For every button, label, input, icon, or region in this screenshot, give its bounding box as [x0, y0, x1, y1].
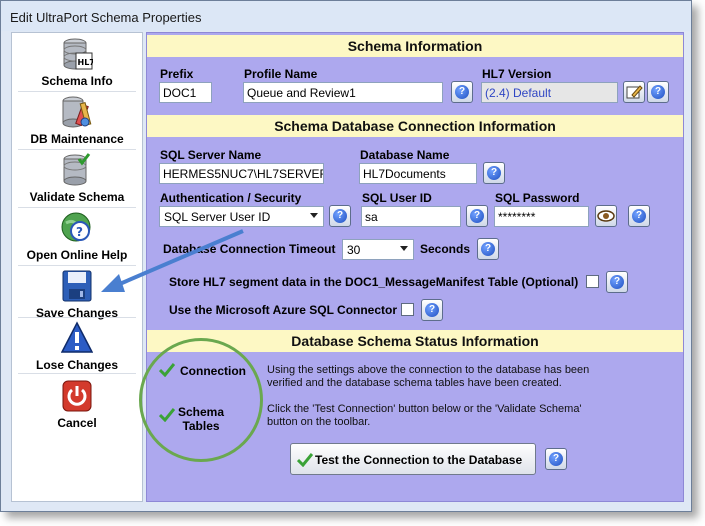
sql-password-field[interactable]: ********: [494, 206, 589, 227]
sql-server-name-field[interactable]: HERMES5NUC7\HL7SERVER: [159, 163, 324, 184]
azure-help-button[interactable]: ?: [421, 299, 443, 321]
database-name-field[interactable]: HL7Documents: [359, 163, 477, 184]
profile-help-button[interactable]: ?: [451, 81, 473, 103]
authentication-value: SQL Server User ID: [164, 210, 271, 224]
help-icon: ?: [487, 166, 501, 180]
cancel-label: Cancel: [57, 416, 97, 430]
eye-icon: [597, 210, 615, 222]
status-hint-line1: Click the 'Test Connection' button below…: [267, 403, 582, 415]
help-icon: ?: [610, 275, 624, 289]
callout-arrow: [101, 229, 244, 292]
svg-text:HL7: HL7: [78, 58, 94, 67]
store-segment-checkbox[interactable]: [586, 275, 599, 288]
azure-connector-checkbox[interactable]: [401, 303, 414, 316]
toolbar-divider: [18, 207, 136, 208]
db-maintenance-label: DB Maintenance: [30, 132, 124, 146]
timeout-value: 30: [347, 243, 361, 257]
lose-changes-label: Lose Changes: [35, 358, 119, 372]
schema-info-label: Schema Info: [41, 74, 113, 88]
help-icon: ?: [651, 85, 665, 99]
edit-hl7-version-button[interactable]: [623, 81, 645, 103]
chevron-down-icon: [310, 213, 318, 218]
database-name-label: Database Name: [360, 148, 450, 162]
toolbar-divider: [18, 373, 136, 374]
schema-info-button[interactable]: HL7 Schema Info: [12, 37, 142, 88]
authentication-select[interactable]: SQL Server User ID: [159, 206, 324, 227]
schema-information-header: Schema Information: [147, 35, 683, 57]
check-icon: [297, 453, 313, 467]
database-check-icon: [63, 153, 91, 186]
edit-icon: [626, 85, 643, 99]
properties-window: Edit UltraPort Schema Properties HL7 Sch…: [0, 0, 692, 512]
help-icon: ?: [632, 209, 646, 223]
db-maintenance-button[interactable]: DB Maintenance: [12, 95, 142, 146]
help-icon: ?: [455, 85, 469, 99]
svg-text:?: ?: [76, 225, 83, 239]
hl7-version-field: (2.4) Default: [481, 82, 618, 103]
authentication-label: Authentication / Security: [160, 191, 302, 205]
toolbar-divider: [18, 149, 136, 150]
sql-server-name-label: SQL Server Name: [160, 148, 262, 162]
timeout-unit-label: Seconds: [420, 242, 471, 256]
validate-schema-label: Validate Schema: [29, 190, 125, 204]
lose-changes-button[interactable]: Lose Changes: [12, 321, 142, 372]
prefix-field[interactable]: DOC1: [159, 82, 212, 103]
user-id-help-button[interactable]: ?: [466, 205, 488, 227]
database-name-help-button[interactable]: ?: [483, 162, 505, 184]
status-message-line2: verified and the database schema tables …: [267, 377, 562, 389]
timeout-help-button[interactable]: ?: [477, 238, 499, 260]
prefix-label: Prefix: [160, 67, 194, 81]
help-icon: ?: [470, 209, 484, 223]
test-connection-help-button[interactable]: ?: [545, 448, 567, 470]
highlight-circle: [139, 338, 263, 462]
help-icon: ?: [549, 452, 563, 466]
store-segment-help-button[interactable]: ?: [606, 271, 628, 293]
help-icon: ?: [425, 303, 439, 317]
test-connection-label: Test the Connection to the Database: [315, 453, 523, 467]
sql-password-label: SQL Password: [495, 191, 580, 205]
toolbar-divider: [18, 317, 136, 318]
cancel-button[interactable]: Cancel: [12, 379, 142, 430]
window-title: Edit UltraPort Schema Properties: [1, 1, 691, 31]
authentication-help-button[interactable]: ?: [329, 205, 351, 227]
warning-icon: [61, 321, 93, 353]
sql-user-id-field[interactable]: sa: [361, 206, 461, 227]
profile-name-label: Profile Name: [244, 67, 318, 81]
hl7-version-label: HL7 Version: [482, 67, 552, 81]
validate-schema-button[interactable]: Validate Schema: [12, 153, 142, 204]
timeout-select[interactable]: 30: [342, 239, 414, 260]
test-connection-button[interactable]: Test the Connection to the Database: [290, 443, 536, 475]
status-message: Using the settings above the connection …: [267, 364, 589, 390]
floppy-disk-icon: [62, 270, 92, 302]
help-globe-icon: ?: [61, 212, 91, 242]
toolbar-divider: [18, 91, 136, 92]
hl7-help-button[interactable]: ?: [647, 81, 669, 103]
sql-user-id-label: SQL User ID: [362, 191, 432, 205]
status-hint-line2: button on the toolbar.: [267, 416, 371, 428]
profile-name-field[interactable]: Queue and Review1: [243, 82, 443, 103]
status-message-line1: Using the settings above the connection …: [267, 364, 590, 376]
database-tools-icon: [62, 96, 92, 128]
connection-information-header: Schema Database Connection Information: [147, 115, 683, 137]
chevron-down-icon: [400, 246, 408, 251]
power-icon: [62, 380, 92, 412]
help-icon: ?: [481, 242, 495, 256]
password-help-button[interactable]: ?: [628, 205, 650, 227]
database-hl7-icon: HL7: [63, 38, 94, 70]
show-password-button[interactable]: [595, 205, 617, 227]
help-icon: ?: [333, 209, 347, 223]
status-hint: Click the 'Test Connection' button below…: [267, 403, 582, 429]
